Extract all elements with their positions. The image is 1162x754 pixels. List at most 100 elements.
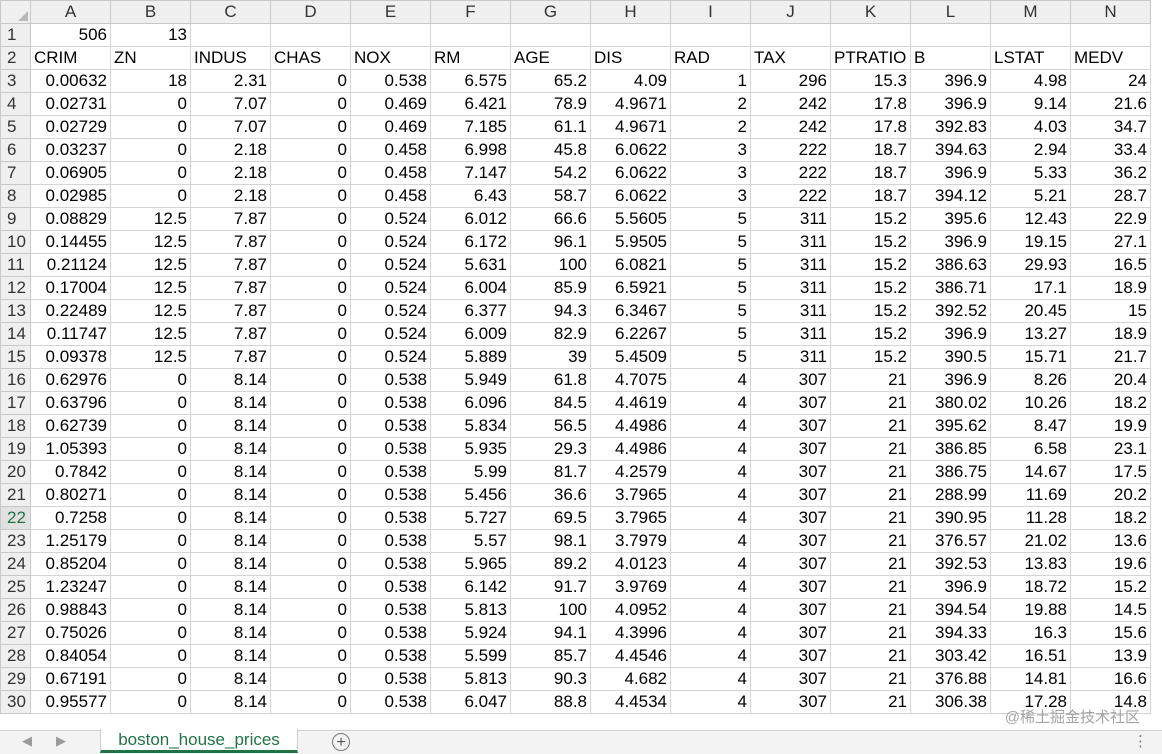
cell[interactable]: 0	[270, 184, 351, 208]
cell[interactable]: 4.4986	[590, 437, 671, 461]
cell[interactable]: 0	[110, 368, 191, 392]
cell[interactable]: 14.67	[990, 460, 1071, 484]
cell[interactable]: 394.12	[910, 184, 991, 208]
cell[interactable]: 18.7	[830, 138, 911, 162]
column-header-d[interactable]: D	[270, 0, 351, 24]
cell[interactable]: 3.7965	[590, 506, 671, 530]
cell[interactable]: 0	[270, 92, 351, 116]
column-header-g[interactable]: G	[510, 0, 591, 24]
cell[interactable]: TAX	[750, 46, 831, 70]
cell[interactable]: 0.02985	[30, 184, 111, 208]
cell[interactable]: 61.1	[510, 115, 591, 139]
cell[interactable]: 386.71	[910, 276, 991, 300]
cell[interactable]: 0	[270, 115, 351, 139]
cell[interactable]: 4	[670, 690, 751, 714]
cell[interactable]: 14.5	[1070, 598, 1151, 622]
cell[interactable]: 0.538	[350, 575, 431, 599]
cell[interactable]: 14.8	[1070, 690, 1151, 714]
add-sheet-icon[interactable]: +	[332, 733, 350, 751]
cell[interactable]: 5.599	[430, 644, 511, 668]
cell[interactable]: 386.63	[910, 253, 991, 277]
cell[interactable]: NOX	[350, 46, 431, 70]
cell[interactable]: 1.23247	[30, 575, 111, 599]
cell[interactable]: 6.377	[430, 299, 511, 323]
cell[interactable]: 222	[750, 161, 831, 185]
cell[interactable]: 0	[270, 644, 351, 668]
cell[interactable]: 21	[830, 690, 911, 714]
cell[interactable]: 7.07	[190, 115, 271, 139]
cell[interactable]: 307	[750, 575, 831, 599]
cell[interactable]	[670, 23, 751, 47]
cell[interactable]: 8.14	[190, 368, 271, 392]
cell[interactable]: 0.538	[350, 391, 431, 415]
cell[interactable]: 16.5	[1070, 253, 1151, 277]
cell[interactable]: 19.6	[1070, 552, 1151, 576]
cell[interactable]: 222	[750, 138, 831, 162]
cell[interactable]: 16.6	[1070, 667, 1151, 691]
column-header-b[interactable]: B	[110, 0, 191, 24]
cell[interactable]	[910, 23, 991, 47]
cell[interactable]: 0	[270, 460, 351, 484]
cell[interactable]: 16.51	[990, 644, 1071, 668]
cell[interactable]: 0.22489	[30, 299, 111, 323]
cell[interactable]: 0.67191	[30, 667, 111, 691]
cell[interactable]: 0.14455	[30, 230, 111, 254]
cell[interactable]: 21	[830, 552, 911, 576]
row-header[interactable]: 24	[0, 552, 31, 576]
row-header[interactable]: 17	[0, 391, 31, 415]
cell[interactable]: 0.17004	[30, 276, 111, 300]
cell[interactable]: 100	[510, 598, 591, 622]
cell[interactable]: 18.2	[1070, 391, 1151, 415]
cell[interactable]: 2.18	[190, 184, 271, 208]
cell[interactable]: 21	[830, 460, 911, 484]
cell[interactable]: 0.524	[350, 299, 431, 323]
cell[interactable]: 4	[670, 644, 751, 668]
cell[interactable]: 5.4509	[590, 345, 671, 369]
cell[interactable]: 7.87	[190, 207, 271, 231]
cell[interactable]: 5.21	[990, 184, 1071, 208]
cell[interactable]: 0	[110, 690, 191, 714]
cell[interactable]: 4	[670, 391, 751, 415]
cell[interactable]: INDUS	[190, 46, 271, 70]
cell[interactable]: 15	[1070, 299, 1151, 323]
cell[interactable]: 21	[830, 368, 911, 392]
cell[interactable]: 27.1	[1070, 230, 1151, 254]
cell[interactable]: 5	[670, 276, 751, 300]
cell[interactable]: 15.2	[1070, 575, 1151, 599]
cell[interactable]: 0.00632	[30, 69, 111, 93]
cell[interactable]: 4.03	[990, 115, 1071, 139]
cell[interactable]: 0	[110, 161, 191, 185]
cell[interactable]: 0.524	[350, 207, 431, 231]
cell[interactable]: 5	[670, 230, 751, 254]
cell[interactable]: 0	[110, 184, 191, 208]
cell[interactable]: 0	[270, 414, 351, 438]
cell[interactable]: 6.2267	[590, 322, 671, 346]
cell[interactable]: CHAS	[270, 46, 351, 70]
cell[interactable]: 0	[270, 69, 351, 93]
cell[interactable]: 9.14	[990, 92, 1071, 116]
cell[interactable]: 19.15	[990, 230, 1071, 254]
cell[interactable]: 307	[750, 483, 831, 507]
cell[interactable]: 394.54	[910, 598, 991, 622]
cell[interactable]: 306.38	[910, 690, 991, 714]
cell[interactable]: 21	[830, 437, 911, 461]
cell[interactable]: 307	[750, 621, 831, 645]
cell[interactable]: 0	[110, 92, 191, 116]
cell[interactable]: 1	[670, 69, 751, 93]
cell[interactable]: 307	[750, 644, 831, 668]
cell[interactable]: 0	[270, 138, 351, 162]
cell[interactable]	[830, 23, 911, 47]
cell[interactable]: 7.87	[190, 299, 271, 323]
cell[interactable]: 307	[750, 598, 831, 622]
cell[interactable]: 0.538	[350, 644, 431, 668]
cell[interactable]: 11.69	[990, 483, 1071, 507]
cell[interactable]: 15.2	[830, 299, 911, 323]
cell[interactable]: 21	[830, 414, 911, 438]
cell[interactable]: 311	[750, 345, 831, 369]
cell[interactable]: 3.7965	[590, 483, 671, 507]
cell[interactable]: 0.95577	[30, 690, 111, 714]
cell[interactable]: 5	[670, 345, 751, 369]
cell[interactable]: AGE	[510, 46, 591, 70]
cell[interactable]: 392.83	[910, 115, 991, 139]
cell[interactable]: 20.45	[990, 299, 1071, 323]
